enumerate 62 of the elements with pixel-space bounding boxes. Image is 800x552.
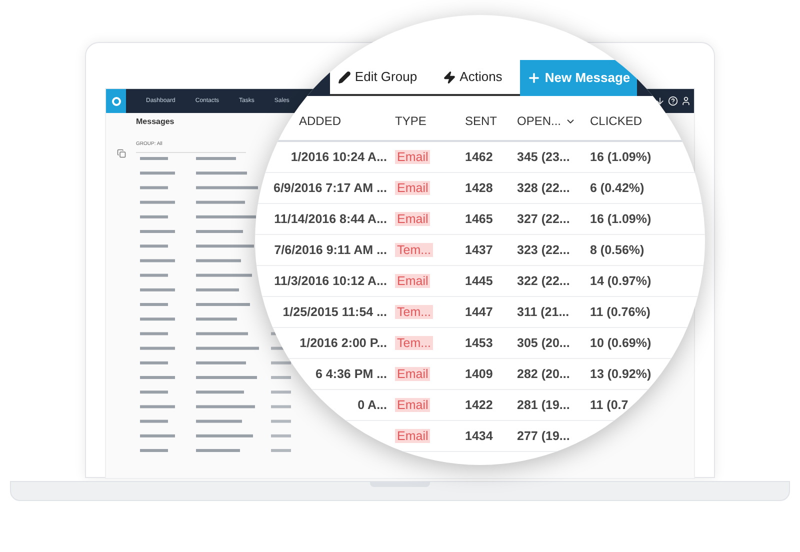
table-cell-text: 322 (22... xyxy=(517,272,571,290)
table-cell-text: 281 (19... xyxy=(517,396,571,414)
column-header[interactable]: ADDED xyxy=(255,112,395,130)
pencil-icon xyxy=(338,70,351,84)
lightning-icon xyxy=(442,70,456,84)
table-cell: 16 (1.09%) xyxy=(590,212,652,226)
table-cell-text: 1437 xyxy=(465,242,494,259)
table-cell-text: 1453 xyxy=(465,334,494,352)
table-cell: 0 A... xyxy=(358,398,387,412)
table-cell: 8 (0.56%) xyxy=(590,243,644,257)
column-header[interactable]: SENT xyxy=(465,112,517,130)
table-cell-text: 1447 xyxy=(465,304,494,321)
copy-icon[interactable] xyxy=(116,149,126,158)
column-header[interactable]: CLICKED xyxy=(590,112,705,130)
column-header[interactable]: OPEN... xyxy=(517,112,590,130)
table-cell: 1/2016 2:00 P... xyxy=(300,336,387,350)
type-tag: Tem... xyxy=(395,305,434,319)
type-tag: Email xyxy=(395,429,430,443)
type-tag: Email xyxy=(395,212,430,226)
table-cell-text: 345 (23... xyxy=(517,148,571,166)
type-tag: Tem... xyxy=(395,243,434,257)
type-tag: Email xyxy=(395,150,430,164)
table-cell: 6 (0.42%) xyxy=(590,181,644,195)
download-icon[interactable] xyxy=(655,96,665,106)
table-cell-text: 1462 xyxy=(465,148,494,166)
user-icon[interactable] xyxy=(681,96,691,106)
table-cell-text: 277 (19... xyxy=(517,428,571,445)
table-cell: 11 (0.7 xyxy=(590,398,628,412)
table-cell: 1/2016 10:24 A... xyxy=(290,150,387,164)
messages-title: Messages xyxy=(136,116,176,128)
type-tag: Email xyxy=(395,181,430,195)
toolbar-button[interactable]: Edit Group xyxy=(330,60,425,96)
table-cell: 13 (0.92%) xyxy=(590,367,652,381)
table-cell-text: 305 (20... xyxy=(517,334,571,352)
table-cell: 6/9/2016 7:17 AM ... xyxy=(274,181,387,195)
table-cell: 6 4:36 PM ... xyxy=(315,367,387,381)
table-cell-text: 1445 xyxy=(465,272,494,290)
table-cell: 14 (0.97%) xyxy=(590,274,652,288)
table-cell-text: 1409 xyxy=(465,366,494,383)
table-cell: 11/3/2016 10:12 A... xyxy=(274,274,387,288)
table-cell-text: 1422 xyxy=(465,396,494,414)
table-cell: 11/14/2016 8:44 A... xyxy=(274,212,387,226)
table-cell: 11 (0.76%) xyxy=(590,305,650,319)
table-cell-text: 328 (22... xyxy=(517,180,571,197)
table-cell-text: 1428 xyxy=(465,180,494,197)
table-cell: 1/25/2015 11:54 ... xyxy=(282,305,387,319)
table-cell-text: 323 (22... xyxy=(517,242,571,259)
type-tag: Email xyxy=(395,274,430,288)
table-cell: 7/6/2016 9:11 AM ... xyxy=(274,243,387,257)
table-cell: 10 (0.69%) xyxy=(590,336,652,350)
table-cell: 16 (1.09%) xyxy=(590,150,652,164)
type-tag: Email xyxy=(395,367,430,381)
type-tag: Tem... xyxy=(395,336,434,350)
column-header[interactable]: TYPE xyxy=(395,112,465,130)
table-cell-text: 282 (20... xyxy=(517,366,571,383)
table-cell-text: 1434 xyxy=(465,428,494,445)
table-cell-text: 1465 xyxy=(465,210,494,228)
type-tag: Email xyxy=(395,398,430,412)
table-cell-text: 311 (21... xyxy=(517,304,570,321)
plus-icon xyxy=(526,71,541,85)
table-cell-text: 327 (22... xyxy=(517,210,571,228)
help-icon[interactable] xyxy=(668,96,678,106)
